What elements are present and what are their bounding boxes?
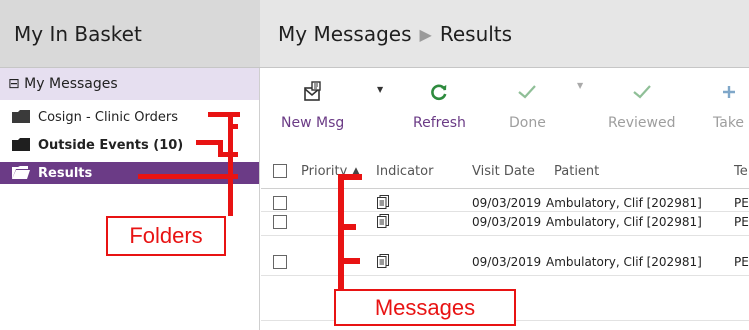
table-row[interactable]: 09/03/2019 Ambulatory, Clif [202981] PE	[261, 211, 749, 233]
patient-cell: Ambulatory, Clif [202981]	[546, 215, 702, 229]
row-divider	[261, 275, 749, 276]
new-msg-dropdown-icon[interactable]: ▼	[377, 85, 383, 94]
folders-bracket-line	[208, 112, 240, 117]
messages-bracket-line	[344, 224, 356, 230]
messages-bracket-line	[338, 174, 362, 180]
folders-bracket-line	[138, 174, 238, 179]
message-toolbar: New Msg ▼ Refresh Done ▼ Reviewed Take	[261, 69, 749, 155]
row-divider	[261, 235, 749, 236]
done-dropdown-icon[interactable]: ▼	[577, 81, 583, 90]
done-button[interactable]: Done	[509, 79, 546, 131]
new-message-icon	[281, 79, 344, 105]
folder-icon	[12, 110, 30, 123]
folder-label: Results	[38, 166, 93, 181]
message-list-header: Priority ▲ Indicator Visit Date Patient …	[261, 155, 749, 189]
refresh-label: Refresh	[413, 115, 466, 131]
folder-label: Outside Events (10)	[38, 138, 184, 153]
column-patient[interactable]: Patient	[554, 164, 599, 179]
in-basket-title: My In Basket	[14, 22, 142, 46]
in-basket-header: My In Basket	[0, 0, 260, 68]
messages-bracket-line	[338, 174, 344, 290]
breadcrumb-results: Results	[439, 22, 513, 46]
column-indicator[interactable]: Indicator	[376, 164, 433, 179]
visit-date-cell: 09/03/2019	[472, 196, 542, 210]
breadcrumb-separator-icon: ▶	[419, 25, 432, 44]
folder-label: Cosign - Clinic Orders	[38, 110, 179, 125]
folders-bracket-line	[218, 140, 223, 157]
take-label: Take	[713, 115, 745, 131]
column-te[interactable]: Te	[734, 164, 748, 179]
folders-annotation-label: Folders	[106, 216, 226, 256]
plus-icon	[713, 79, 744, 105]
row-checkbox[interactable]	[273, 196, 287, 210]
visit-date-cell: 09/03/2019	[472, 215, 542, 229]
folder-item-cosign[interactable]: Cosign - Clinic Orders	[0, 106, 259, 128]
folder-sidebar: ⊟ My Messages Cosign - Clinic Orders Out…	[0, 68, 260, 330]
column-visit-date[interactable]: Visit Date	[472, 164, 535, 179]
document-icon	[377, 214, 389, 231]
folder-icon	[12, 138, 30, 151]
breadcrumb-my-messages[interactable]: My Messages	[278, 22, 412, 46]
reviewed-label: Reviewed	[608, 115, 676, 131]
reviewed-button[interactable]: Reviewed	[608, 79, 675, 131]
checkmark-icon	[509, 79, 546, 105]
checkmark-icon	[608, 79, 675, 105]
messages-header: My Messages ▶ Results	[260, 0, 749, 68]
document-icon	[377, 195, 389, 212]
done-label: Done	[509, 115, 546, 131]
messages-annotation-label: Messages	[334, 289, 516, 326]
row-checkbox[interactable]	[273, 215, 287, 229]
patient-cell: Ambulatory, Clif [202981]	[546, 196, 702, 210]
te-cell: PE	[734, 255, 749, 269]
new-msg-label: New Msg	[281, 115, 345, 131]
table-row[interactable]: 09/03/2019 Ambulatory, Clif [202981] PE	[261, 251, 749, 273]
folders-bracket-line	[228, 112, 233, 216]
row-checkbox[interactable]	[273, 255, 287, 269]
breadcrumb: My Messages ▶ Results	[278, 22, 512, 46]
te-cell: PE	[734, 196, 749, 210]
visit-date-cell: 09/03/2019	[472, 255, 542, 269]
patient-cell: Ambulatory, Clif [202981]	[546, 255, 702, 269]
messages-bracket-line	[338, 258, 360, 264]
select-all-checkbox[interactable]	[273, 164, 287, 178]
document-icon	[377, 254, 389, 271]
refresh-button[interactable]: Refresh	[413, 79, 466, 131]
te-cell: PE	[734, 215, 749, 229]
new-msg-button[interactable]: New Msg	[281, 79, 344, 131]
refresh-icon	[413, 79, 466, 105]
take-button[interactable]: Take	[713, 79, 744, 131]
open-folder-icon	[12, 166, 30, 179]
folder-item-results[interactable]: Results	[0, 162, 259, 184]
sidebar-root-my-messages[interactable]: ⊟ My Messages	[0, 68, 259, 100]
